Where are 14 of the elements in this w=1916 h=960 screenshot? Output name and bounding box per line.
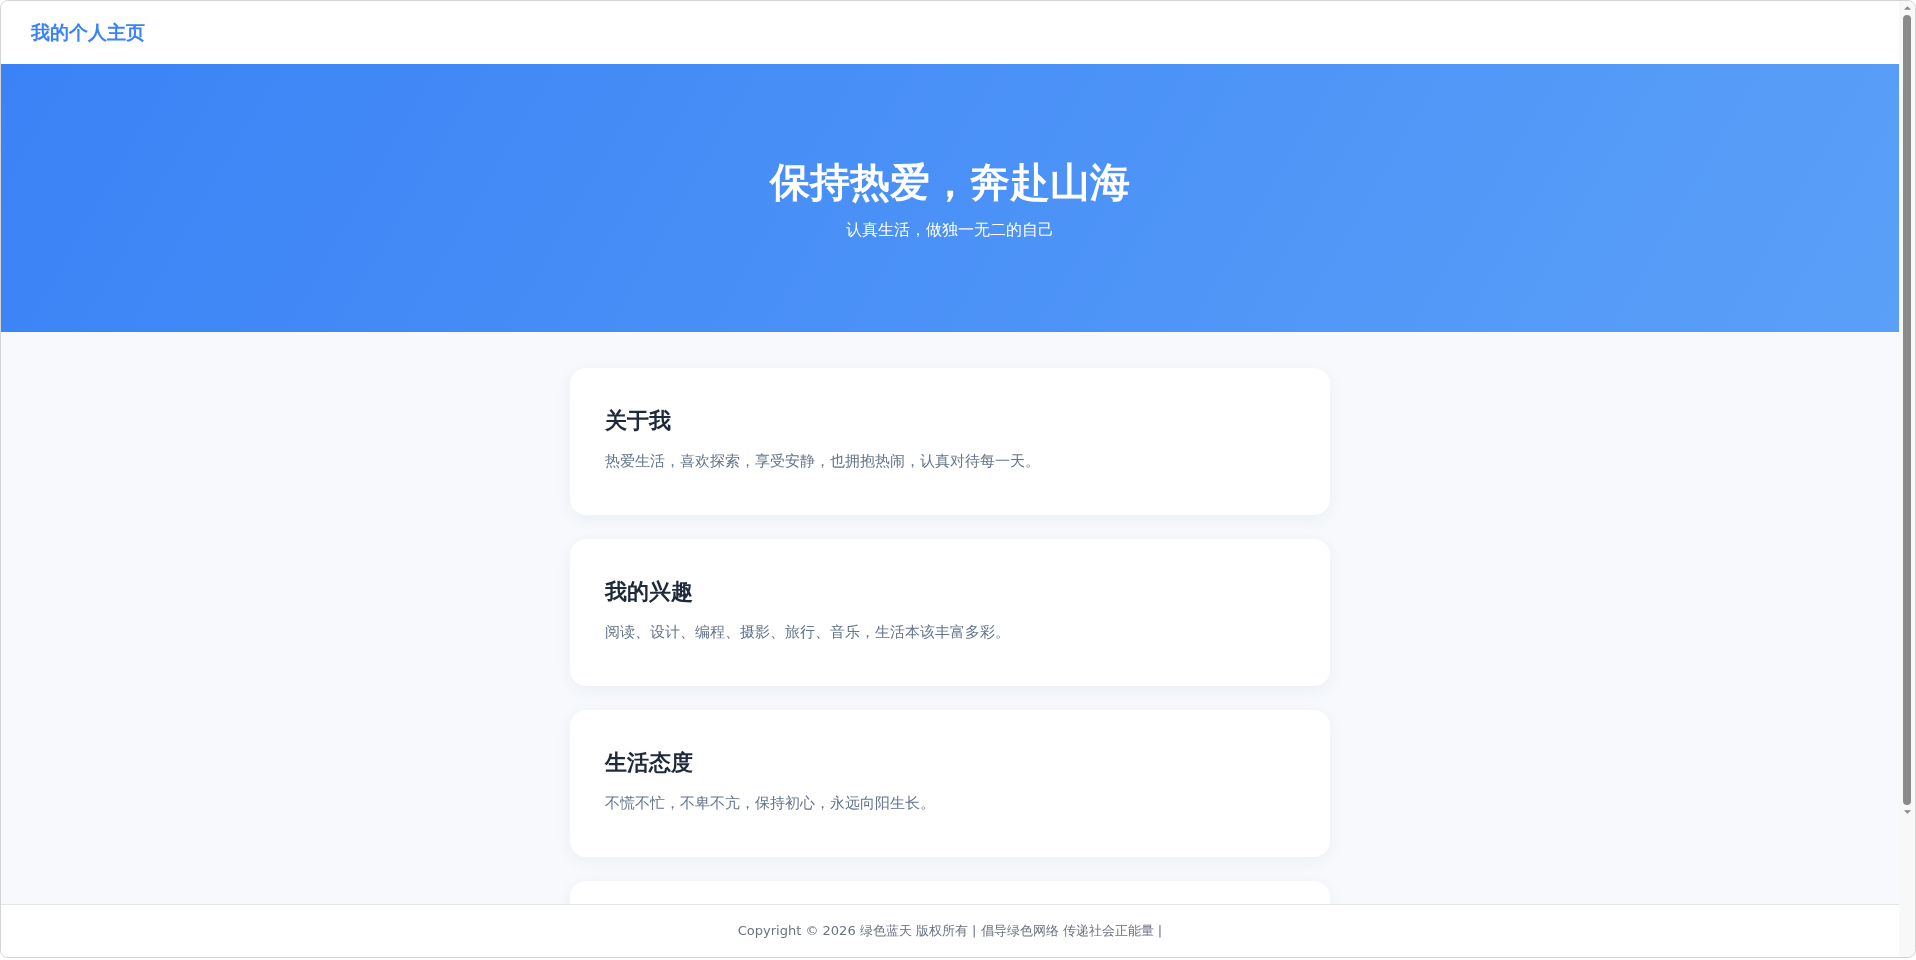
card-title: 我的兴趣 — [605, 578, 694, 606]
hero-title: 保持热爱，奔赴山海 — [770, 158, 1130, 207]
scrollbar-thumb[interactable] — [1903, 15, 1911, 805]
scrollbar[interactable] — [1899, 1, 1915, 957]
copyright-text: Copyright © 2026 绿色蓝天 版权所有 | 倡导绿色网络 传递社会正能量 | — [737, 922, 1163, 940]
card-text: 不慌不忙，不卑不亢，保持初心，永远向阳生长。 — [605, 794, 936, 813]
hero-subtitle: 认真生活，做独一无二的自己 — [846, 220, 1054, 241]
card-text: 热爱生活，喜欢探索，享受安静，也拥抱热闹，认真对待每一天。 — [605, 452, 1041, 471]
card-text: 阅读、设计、编程、摄影、旅行、音乐，生活本该丰富多彩。 — [605, 623, 1011, 642]
scroll-up-icon[interactable] — [1902, 5, 1912, 11]
card-title: 生活态度 — [605, 749, 694, 777]
scroll-down-icon[interactable] — [1902, 809, 1912, 815]
site-title[interactable]: 我的个人主页 — [31, 19, 145, 46]
card-title: 关于我 — [605, 407, 672, 435]
